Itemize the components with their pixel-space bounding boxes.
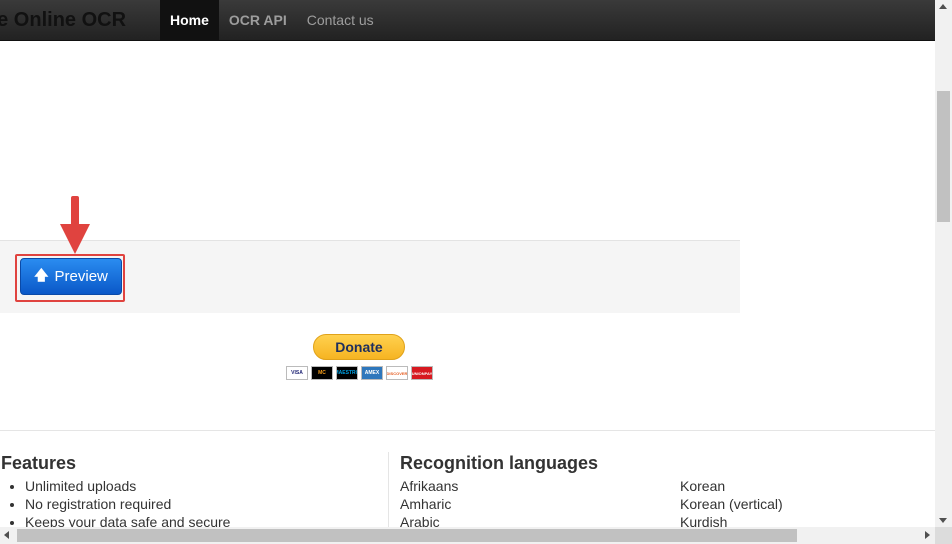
visa-card-icon: VISA: [286, 366, 308, 380]
vertical-scrollbar[interactable]: [935, 0, 952, 527]
brand-text: ee Online OCR: [0, 9, 127, 31]
top-navbar: ee Online OCR Home OCR API Contact us: [0, 0, 935, 41]
nav-item-ocr-api[interactable]: OCR API: [219, 0, 297, 40]
donate-button-label: Donate: [335, 339, 383, 355]
list-item: No registration required: [25, 495, 230, 513]
language-item: Amharic: [400, 496, 452, 512]
amex-card-icon: AMEX: [361, 366, 383, 380]
annotation-arrow-icon: [60, 196, 90, 254]
features-heading: Features: [1, 453, 77, 473]
scroll-right-icon[interactable]: [925, 531, 930, 539]
features-list: Unlimited uploads No registration requir…: [0, 477, 230, 531]
scrollbar-corner: [935, 527, 952, 544]
payment-cards: VISA MC MAESTRO AMEX DISCOVER UNIONPAY: [286, 366, 433, 380]
arrow-up-icon: 🡅: [34, 266, 49, 283]
languages-heading: Recognition languages: [400, 453, 599, 473]
preview-button-label: Preview: [54, 268, 108, 285]
language-item: Korean (vertical): [680, 496, 783, 512]
scroll-up-icon[interactable]: [939, 4, 947, 9]
vertical-scroll-thumb[interactable]: [937, 91, 950, 222]
section-divider: [0, 430, 935, 431]
unionpay-card-icon: UNIONPAY: [411, 366, 433, 380]
horizontal-scroll-thumb[interactable]: [17, 529, 797, 542]
mastercard-icon: MC: [311, 366, 333, 380]
scroll-left-icon[interactable]: [4, 531, 9, 539]
maestro-card-icon: MAESTRO: [336, 366, 358, 380]
list-item: Unlimited uploads: [25, 477, 230, 495]
nav-item-home[interactable]: Home: [160, 0, 219, 40]
column-divider: [388, 452, 389, 532]
nav-menu: Home OCR API Contact us: [160, 0, 384, 40]
scroll-down-icon[interactable]: [939, 518, 947, 523]
preview-button[interactable]: 🡅 Preview: [20, 258, 122, 295]
donate-button[interactable]: Donate: [313, 334, 405, 360]
brand-logo[interactable]: ee Online OCR: [0, 0, 150, 40]
language-item: Korean: [680, 478, 726, 494]
horizontal-scrollbar[interactable]: [0, 527, 935, 544]
language-item: Afrikaans: [400, 478, 459, 494]
nav-item-contact-us[interactable]: Contact us: [297, 0, 384, 40]
discover-card-icon: DISCOVER: [386, 366, 408, 380]
